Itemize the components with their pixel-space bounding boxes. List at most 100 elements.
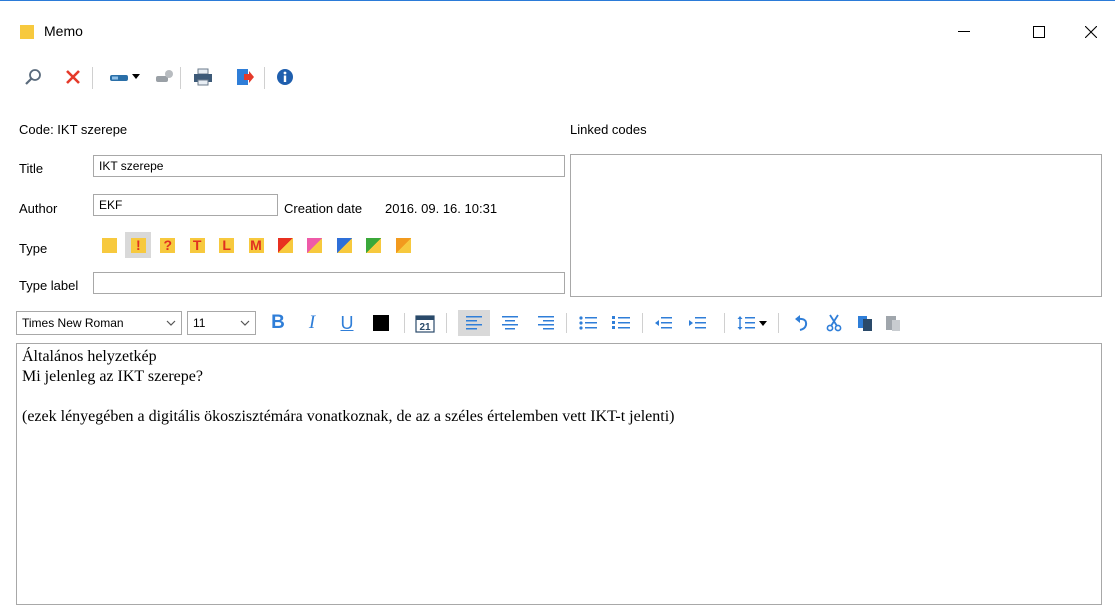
type-option-3[interactable]: ? xyxy=(155,232,181,258)
align-center-button[interactable] xyxy=(497,310,523,336)
link-icon xyxy=(156,70,173,82)
decrease-indent-button[interactable] xyxy=(650,310,676,336)
memo-text-editor[interactable]: Általános helyzetkép Mi jelenleg az IKT s… xyxy=(16,343,1102,605)
toolbar-separator xyxy=(264,67,265,89)
linked-codes-list[interactable] xyxy=(570,154,1102,297)
align-right-icon xyxy=(538,316,554,330)
decrease-indent-icon xyxy=(655,317,672,329)
toolbar-separator xyxy=(92,67,93,89)
editor-line xyxy=(22,387,1096,407)
type-option-4[interactable]: T xyxy=(184,232,210,258)
memo-app-icon xyxy=(20,25,34,39)
paste-icon xyxy=(886,316,900,331)
copy-icon xyxy=(858,316,872,331)
close-icon xyxy=(1085,26,1097,38)
scissors-icon xyxy=(826,314,842,332)
calendar-icon: 21 xyxy=(415,315,435,333)
type-option-7[interactable] xyxy=(272,232,298,258)
underline-button[interactable]: U xyxy=(334,310,360,336)
bold-button[interactable]: B xyxy=(265,310,291,336)
type-symbol: ? xyxy=(163,236,173,253)
undo-button[interactable] xyxy=(789,310,815,336)
info-button[interactable] xyxy=(272,64,298,90)
delete-button[interactable] xyxy=(60,64,86,90)
export-icon xyxy=(237,69,254,85)
type-symbol: ! xyxy=(136,236,141,253)
print-icon xyxy=(194,68,212,86)
text-color-icon xyxy=(373,315,389,331)
type-option-2[interactable]: ! xyxy=(125,232,152,258)
numbered-list-button[interactable] xyxy=(608,310,634,336)
format-separator xyxy=(566,313,567,333)
type-icon xyxy=(366,237,382,253)
font-name-value: Times New Roman xyxy=(22,316,124,330)
type-icon: T xyxy=(189,236,205,253)
search-button[interactable] xyxy=(20,64,46,90)
bullet-list-button[interactable] xyxy=(575,310,601,336)
format-separator xyxy=(724,313,725,333)
type-option-5[interactable]: L xyxy=(214,232,240,258)
bullet-list-icon xyxy=(579,316,597,330)
undo-icon xyxy=(795,315,808,331)
italic-button[interactable]: I xyxy=(299,310,325,336)
info-icon xyxy=(277,69,293,85)
font-name-select[interactable]: Times New Roman xyxy=(16,311,182,335)
type-symbol: L xyxy=(222,236,231,253)
unlink-button[interactable] xyxy=(151,64,177,90)
minimize-button[interactable] xyxy=(941,12,987,52)
type-icon xyxy=(277,237,293,253)
type-symbol: T xyxy=(192,236,202,253)
print-button[interactable] xyxy=(190,64,216,90)
type-option-10[interactable] xyxy=(361,232,387,258)
text-color-button[interactable] xyxy=(368,310,394,336)
title-input[interactable] xyxy=(93,155,565,177)
align-right-button[interactable] xyxy=(533,310,559,336)
type-icon xyxy=(336,237,352,253)
type-icon xyxy=(395,237,411,253)
type-option-6[interactable]: M xyxy=(243,232,269,258)
type-symbol: M xyxy=(250,236,262,253)
code-label: Code: IKT szerepe xyxy=(19,122,128,137)
type-label: Type xyxy=(19,241,48,256)
line-spacing-icon xyxy=(737,316,767,330)
code-assign-dropdown-button[interactable] xyxy=(106,64,146,90)
type-option-11[interactable] xyxy=(390,232,416,258)
copy-button[interactable] xyxy=(852,310,878,336)
format-separator xyxy=(778,313,779,333)
maximize-button[interactable] xyxy=(1016,12,1062,52)
author-label: Author xyxy=(19,201,58,216)
align-left-icon xyxy=(466,316,482,330)
bold-icon: B xyxy=(271,312,285,333)
editor-line: Mi jelenleg az IKT szerepe? xyxy=(22,368,203,385)
font-size-select[interactable]: 11 xyxy=(187,311,256,335)
cut-button[interactable] xyxy=(821,310,847,336)
editor-line: (ezek lényegében a digitális ökoszisztém… xyxy=(22,408,675,425)
creation-date-value: 2016. 09. 16. 10:31 xyxy=(385,201,498,216)
numbered-list-icon xyxy=(612,316,630,329)
align-center-icon xyxy=(502,316,518,330)
creation-date-label: Creation date xyxy=(284,201,363,216)
type-icon xyxy=(101,237,117,253)
format-separator xyxy=(642,313,643,333)
author-input[interactable] xyxy=(93,194,278,216)
increase-indent-icon xyxy=(689,317,706,329)
type-label-input[interactable] xyxy=(93,272,565,294)
minimize-icon xyxy=(958,31,970,32)
chevron-down-icon xyxy=(166,320,176,326)
close-window-button[interactable] xyxy=(1068,12,1114,52)
paste-button[interactable] xyxy=(880,310,906,336)
editor-line: Általános helyzetkép xyxy=(22,348,157,365)
line-spacing-button[interactable] xyxy=(734,310,774,336)
align-left-button[interactable] xyxy=(458,310,490,336)
font-size-value: 11 xyxy=(193,316,206,330)
insert-date-button[interactable]: 21 xyxy=(412,310,438,336)
maximize-icon xyxy=(1033,26,1045,38)
type-icon: M xyxy=(248,236,264,253)
increase-indent-button[interactable] xyxy=(684,310,710,336)
type-option-8[interactable] xyxy=(302,232,328,258)
export-button[interactable] xyxy=(232,64,258,90)
type-option-1[interactable] xyxy=(96,232,122,258)
type-option-9[interactable] xyxy=(331,232,357,258)
chevron-down-icon xyxy=(240,320,250,326)
linked-codes-label: Linked codes xyxy=(570,122,647,137)
